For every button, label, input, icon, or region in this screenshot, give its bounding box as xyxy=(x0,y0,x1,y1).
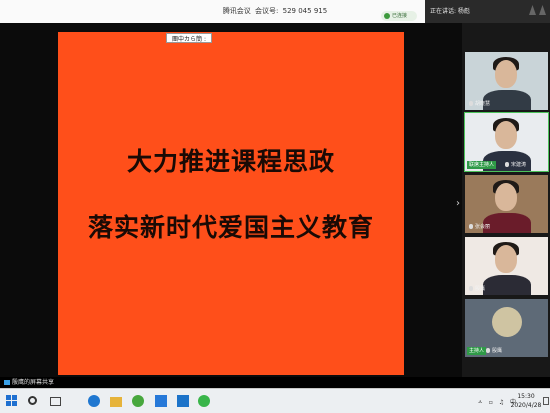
participant-tile[interactable]: 殷鹰 xyxy=(465,237,548,295)
browser-icon[interactable] xyxy=(132,395,144,407)
participant-tile[interactable]: 联席主持人 宋建涛 xyxy=(464,112,549,172)
mic-icon xyxy=(486,348,490,353)
file-explorer-icon[interactable] xyxy=(110,397,122,407)
screen-share-icon xyxy=(4,380,10,385)
participant-tile[interactable]: 主持人 殷鹰 xyxy=(465,299,548,357)
participant-panel: 胡晓慧 联席主持人 宋建涛 张会丽 殷鹰 主持人 殷鹰 xyxy=(462,23,550,377)
avatar xyxy=(492,307,522,337)
search-icon[interactable] xyxy=(28,396,37,405)
participant-name: 张会丽 xyxy=(469,223,490,231)
collapse-panel-icon[interactable]: › xyxy=(456,198,460,209)
host-badge: 主持人 xyxy=(467,347,487,355)
meeting-id[interactable]: 529 045 915 xyxy=(283,7,328,15)
meeting-id-label: 会议号: xyxy=(255,7,279,15)
presentation-slide: 團中カら簡 : 大力推进课程思政 落实新时代爱国主义教育 xyxy=(58,32,404,375)
app-icon[interactable] xyxy=(177,395,189,407)
task-view-icon[interactable] xyxy=(50,397,61,406)
grid-view-icon[interactable] xyxy=(529,5,536,15)
speaking-text: 正在讲话: 杨彪 xyxy=(430,8,470,15)
speaking-indicator: 正在讲话: 杨彪 xyxy=(425,0,550,23)
slide-title-line2: 落实新时代爱国主义教育 xyxy=(87,213,374,242)
connection-text: 已连接 xyxy=(392,13,408,19)
notification-icon[interactable] xyxy=(543,397,549,405)
mic-icon xyxy=(469,224,473,229)
connection-icon xyxy=(384,13,390,19)
clock-time: 15:30 xyxy=(517,393,535,400)
participant-name: 殷鹰 xyxy=(486,347,502,355)
screen-share-status: 殷鹰的屏幕共享 xyxy=(0,377,550,388)
speaker-view-icon[interactable] xyxy=(539,5,546,15)
participant-name: 胡晓慧 xyxy=(469,100,490,108)
cohost-badge: 联席主持人 xyxy=(467,161,497,169)
tencent-meeting-icon[interactable] xyxy=(155,395,167,407)
taskbar-clock[interactable]: 15:30 2020/4/28 xyxy=(506,392,546,410)
meeting-screen: 腾讯会议 会议号: 529 045 915 已连接 正在讲话: 杨彪 團中カら簡… xyxy=(0,0,550,413)
ime-toolbar[interactable]: 團中カら簡 : xyxy=(166,33,212,43)
edge-browser-icon[interactable] xyxy=(88,395,100,407)
screen-share-area: 團中カら簡 : 大力推进课程思政 落实新时代爱国主义教育 xyxy=(0,23,462,377)
connection-badge[interactable]: 已连接 xyxy=(381,11,417,21)
mic-icon xyxy=(469,286,473,291)
mic-icon xyxy=(469,101,473,106)
view-options[interactable] xyxy=(529,5,546,15)
slide-title-line1: 大力推进课程思政 xyxy=(126,147,335,176)
participant-tile[interactable]: 张会丽 xyxy=(465,175,548,233)
windows-taskbar: ㅅ ▫ ♫ 中 15:30 2020/4/28 xyxy=(0,388,550,413)
mic-icon xyxy=(505,162,509,167)
app-name: 腾讯会议 xyxy=(222,7,251,15)
wechat-icon[interactable] xyxy=(198,395,210,407)
participant-tile[interactable]: 胡晓慧 xyxy=(465,52,548,110)
windows-start-icon[interactable] xyxy=(6,395,18,407)
clock-date: 2020/4/28 xyxy=(510,402,542,409)
participant-name: 宋建涛 xyxy=(505,161,526,169)
participant-name: 殷鹰 xyxy=(469,285,485,293)
